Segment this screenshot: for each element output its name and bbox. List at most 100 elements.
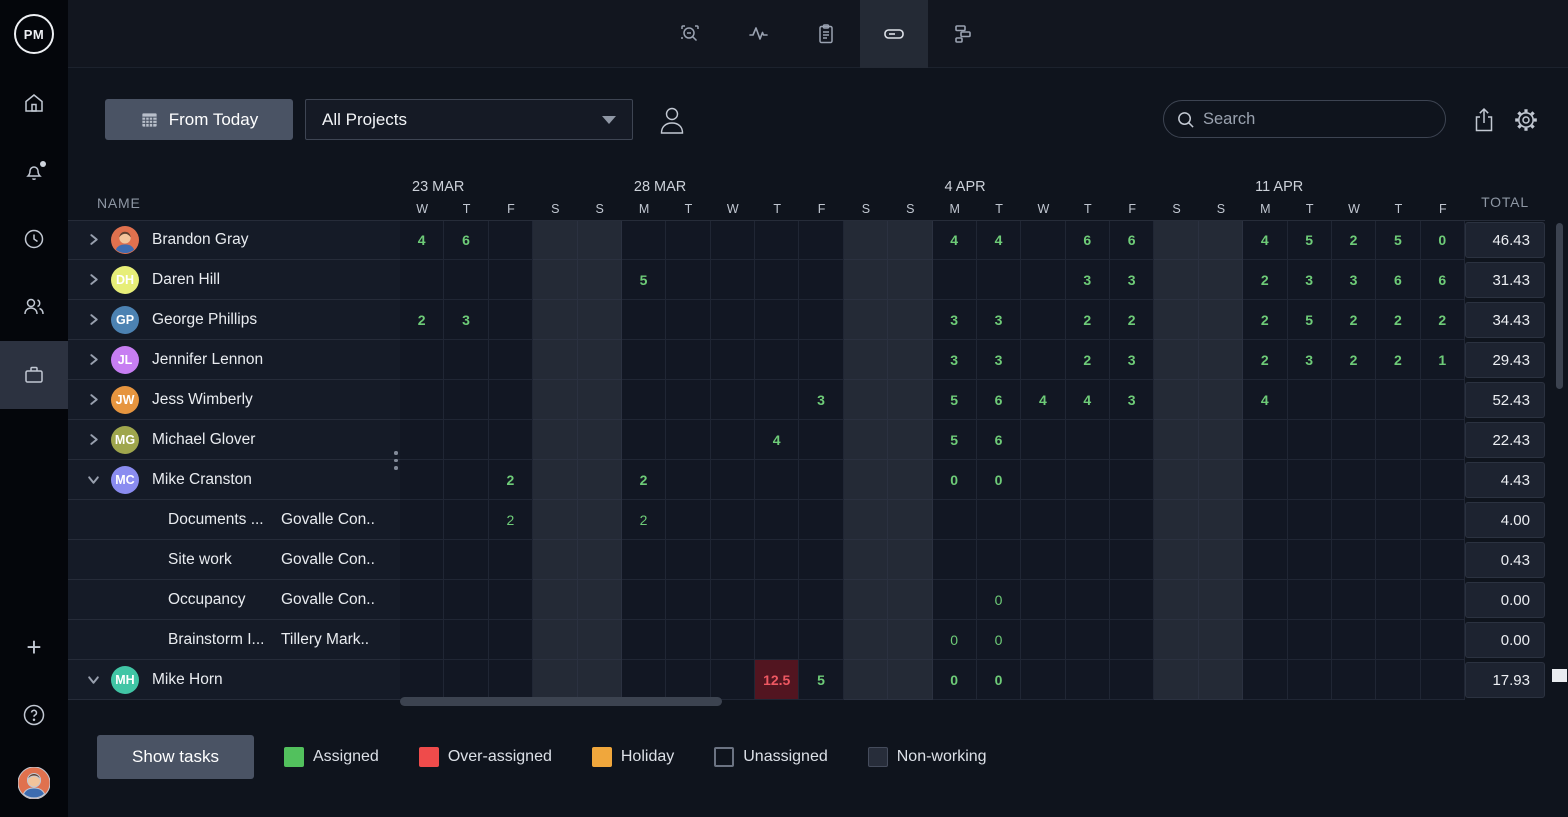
person-row-label[interactable]: MCMike Cranston xyxy=(68,460,400,500)
day-cell[interactable] xyxy=(1021,540,1065,580)
day-cell[interactable] xyxy=(711,300,755,340)
panel-resize-handle[interactable] xyxy=(392,451,400,475)
day-cell[interactable]: 2 xyxy=(489,460,533,500)
day-cell[interactable]: 0 xyxy=(933,460,977,500)
day-cell[interactable] xyxy=(711,500,755,540)
day-cell[interactable]: 2 xyxy=(1066,300,1110,340)
day-cell[interactable] xyxy=(711,340,755,380)
day-cell[interactable] xyxy=(755,620,799,660)
task-row-label[interactable]: Brainstorm I...Tillery Mark.. xyxy=(68,620,400,660)
day-cell[interactable]: 3 xyxy=(1110,260,1154,300)
day-cell[interactable] xyxy=(888,260,932,300)
day-cell[interactable] xyxy=(1021,220,1065,260)
day-cell[interactable] xyxy=(489,620,533,660)
day-cell[interactable] xyxy=(1110,660,1154,700)
day-cell[interactable] xyxy=(1154,340,1198,380)
day-cell[interactable] xyxy=(533,220,577,260)
day-cell[interactable]: 0 xyxy=(977,660,1021,700)
day-cell[interactable]: 2 xyxy=(1332,220,1376,260)
day-cell[interactable]: 0 xyxy=(977,460,1021,500)
day-cell[interactable] xyxy=(1199,420,1243,460)
day-cell[interactable]: 2 xyxy=(622,460,666,500)
day-cell[interactable] xyxy=(755,340,799,380)
day-cell[interactable] xyxy=(666,460,710,500)
day-cell[interactable]: 1 xyxy=(1421,340,1465,380)
expand-chevron-icon[interactable] xyxy=(84,431,102,449)
day-cell[interactable] xyxy=(1199,500,1243,540)
day-cell[interactable] xyxy=(1243,580,1287,620)
project-filter-select[interactable]: All Projects xyxy=(305,99,633,140)
day-cell[interactable] xyxy=(444,540,488,580)
user-profile[interactable] xyxy=(0,749,68,817)
people-filter-button[interactable] xyxy=(650,98,694,142)
day-cell[interactable] xyxy=(799,340,843,380)
day-cell[interactable] xyxy=(844,340,888,380)
day-cell[interactable] xyxy=(1154,500,1198,540)
day-cell[interactable] xyxy=(666,420,710,460)
day-cell[interactable] xyxy=(1421,420,1465,460)
day-cell[interactable]: 4 xyxy=(755,420,799,460)
person-row-label[interactable]: Brandon Gray xyxy=(68,220,400,260)
day-cell[interactable] xyxy=(578,340,622,380)
day-cell[interactable] xyxy=(1021,580,1065,620)
day-cell[interactable]: 0 xyxy=(1421,220,1465,260)
day-cell[interactable] xyxy=(489,420,533,460)
day-cell[interactable]: 4 xyxy=(1021,380,1065,420)
day-cell[interactable] xyxy=(1421,500,1465,540)
day-cell[interactable] xyxy=(844,460,888,500)
day-cell[interactable] xyxy=(622,620,666,660)
day-cell[interactable] xyxy=(1376,380,1420,420)
day-cell[interactable] xyxy=(799,540,843,580)
day-cell[interactable]: 12.5 xyxy=(755,660,799,700)
day-cell[interactable] xyxy=(1421,620,1465,660)
day-cell[interactable] xyxy=(799,620,843,660)
day-cell[interactable] xyxy=(1332,580,1376,620)
day-cell[interactable] xyxy=(622,340,666,380)
day-cell[interactable] xyxy=(799,420,843,460)
day-cell[interactable] xyxy=(533,660,577,700)
day-cell[interactable] xyxy=(400,460,444,500)
nav-work[interactable] xyxy=(0,341,68,409)
day-cell[interactable] xyxy=(844,380,888,420)
search-input[interactable] xyxy=(1203,110,1413,129)
day-cell[interactable] xyxy=(1021,500,1065,540)
day-cell[interactable] xyxy=(977,540,1021,580)
day-cell[interactable] xyxy=(1376,500,1420,540)
day-cell[interactable] xyxy=(1332,660,1376,700)
day-cell[interactable] xyxy=(1288,460,1332,500)
day-cell[interactable]: 3 xyxy=(1288,340,1332,380)
tab-plans[interactable] xyxy=(792,0,860,68)
day-cell[interactable] xyxy=(1154,220,1198,260)
day-cell[interactable] xyxy=(711,380,755,420)
day-cell[interactable] xyxy=(578,380,622,420)
day-cell[interactable]: 6 xyxy=(977,380,1021,420)
settings-button[interactable] xyxy=(1508,102,1544,138)
day-cell[interactable] xyxy=(622,580,666,620)
person-row-label[interactable]: JWJess Wimberly xyxy=(68,380,400,420)
day-cell[interactable] xyxy=(622,660,666,700)
app-logo[interactable]: PM xyxy=(0,0,68,68)
day-cell[interactable] xyxy=(1154,460,1198,500)
day-cell[interactable] xyxy=(400,420,444,460)
nav-notifications[interactable] xyxy=(0,137,68,205)
day-cell[interactable] xyxy=(533,380,577,420)
person-row-label[interactable]: JLJennifer Lennon xyxy=(68,340,400,380)
help-button[interactable] xyxy=(0,681,68,749)
horizontal-scrollbar[interactable] xyxy=(400,697,722,706)
task-row-label[interactable]: Documents ...Govalle Con.. xyxy=(68,500,400,540)
day-cell[interactable] xyxy=(1110,420,1154,460)
day-cell[interactable] xyxy=(1243,660,1287,700)
day-cell[interactable] xyxy=(489,340,533,380)
day-cell[interactable]: 5 xyxy=(933,380,977,420)
day-cell[interactable] xyxy=(444,380,488,420)
day-cell[interactable] xyxy=(844,220,888,260)
day-cell[interactable]: 5 xyxy=(1376,220,1420,260)
day-cell[interactable] xyxy=(533,620,577,660)
day-cell[interactable] xyxy=(844,580,888,620)
day-cell[interactable] xyxy=(1421,380,1465,420)
day-cell[interactable] xyxy=(1021,620,1065,660)
day-cell[interactable] xyxy=(711,620,755,660)
day-cell[interactable] xyxy=(799,300,843,340)
day-cell[interactable]: 2 xyxy=(1332,300,1376,340)
day-cell[interactable] xyxy=(578,660,622,700)
